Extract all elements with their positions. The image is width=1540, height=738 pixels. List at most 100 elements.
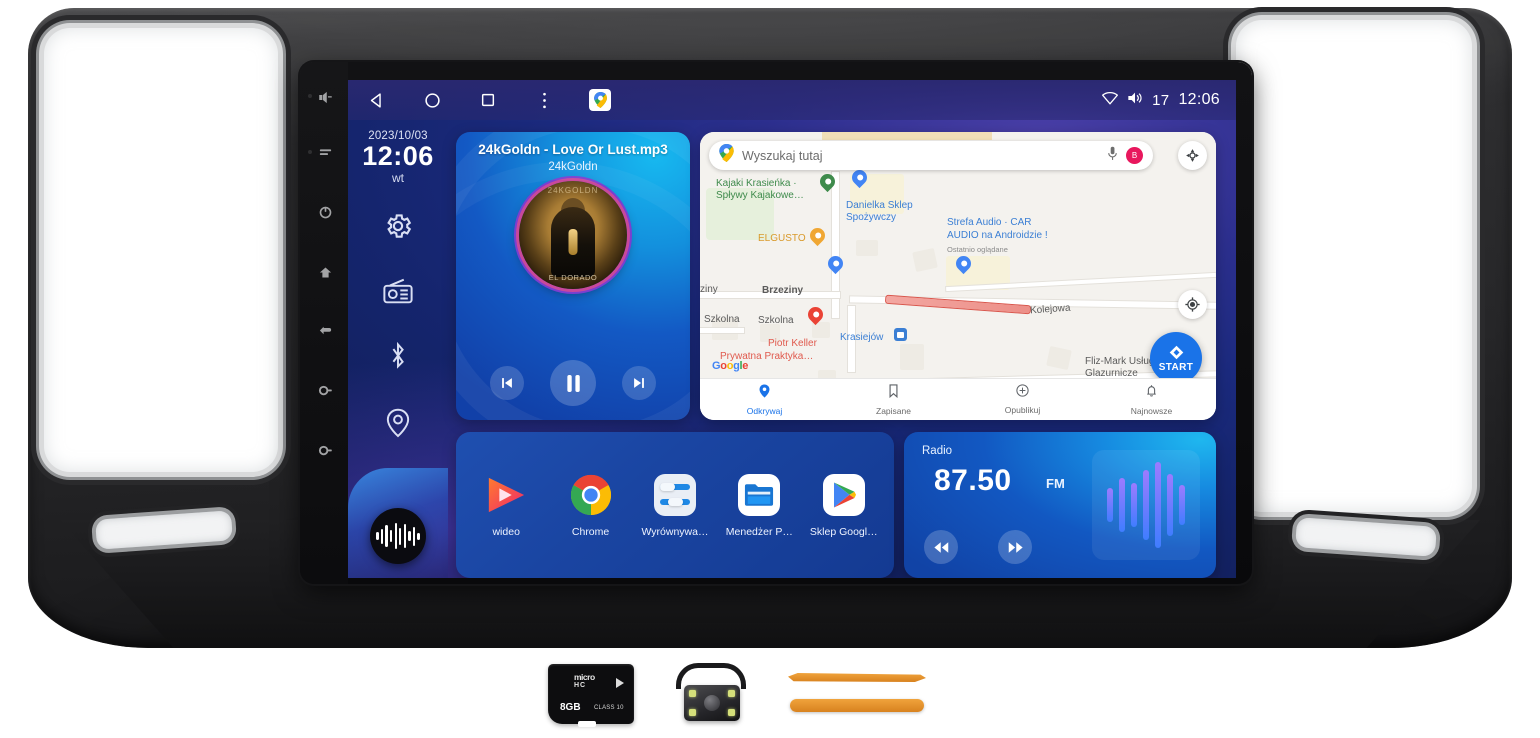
music-track-title: 24kGoldn - Love Or Lust.mp3 <box>478 142 668 157</box>
map-label: Spożywczy <box>846 212 897 223</box>
add-circle-icon <box>1016 384 1029 402</box>
status-indicators: 17 12:06 <box>1102 91 1236 109</box>
nav-overflow-menu-button[interactable] <box>516 91 572 110</box>
radio-frequency: 87.50 <box>934 464 1012 497</box>
hardware-button-column <box>300 62 348 584</box>
app-label: Sklep Googl… <box>809 525 878 538</box>
app-shortcut-chrome[interactable]: Chrome <box>552 473 630 538</box>
map-label: ziny <box>700 284 718 295</box>
microphone-icon[interactable] <box>1107 146 1118 166</box>
map-label: Brzeziny <box>762 285 804 296</box>
my-location-icon[interactable] <box>1178 290 1207 319</box>
status-clock: 12:06 <box>1178 91 1220 108</box>
map-nav-label: Odkrywaj <box>746 405 783 416</box>
next-track-icon[interactable] <box>622 366 656 400</box>
sidebar-time: 12:06 <box>362 141 434 171</box>
music-controls <box>456 360 690 406</box>
map-label: ELGUSTO <box>758 233 806 244</box>
google-maps-icon <box>719 144 734 167</box>
map-label: Piotr Keller <box>768 338 817 349</box>
music-player-widget[interactable]: 24kGoldn - Love Or Lust.mp3 24kGoldn 24K… <box>456 132 690 420</box>
nav-home-button[interactable] <box>404 92 460 109</box>
previous-track-icon[interactable] <box>490 366 524 400</box>
file-manager-folder-icon <box>737 473 781 517</box>
map-nav-zapisane[interactable]: Zapisane <box>829 383 958 416</box>
hw-button-power-icon[interactable] <box>314 202 336 222</box>
hw-button-back-icon[interactable] <box>314 320 336 340</box>
microsd-class: CLASS 10 <box>594 705 624 711</box>
hw-button-mute-icon[interactable] <box>314 87 336 107</box>
google-watermark: Google <box>712 360 749 372</box>
map-canvas[interactable]: Kajaki Krasieńka · Spływy Kajakowe… Dani… <box>700 132 1216 420</box>
radio-label: Radio <box>922 445 953 457</box>
map-nav-najnowsze[interactable]: Najnowsze <box>1087 384 1216 416</box>
camera-body <box>684 685 740 721</box>
hw-button-menu-icon[interactable] <box>314 142 336 162</box>
map-label: Krasiejów <box>840 332 884 343</box>
status-maps-shortcut[interactable] <box>572 89 628 111</box>
hw-button-home-icon[interactable] <box>314 262 336 282</box>
radio-widget[interactable]: Radio 87.50 FM <box>904 432 1216 578</box>
map-search-bar[interactable]: Wyszukaj tutaj B <box>709 141 1153 170</box>
hw-button-volume-up-icon[interactable] <box>314 440 336 460</box>
equalizer-sliders-icon <box>653 473 697 517</box>
microsd-capacity: 8GB <box>560 702 581 713</box>
accessories-row: micro HC 8GB CLASS 10 <box>548 656 968 732</box>
map-label: Kajaki Krasieńka · <box>716 178 797 189</box>
hw-button-volume-down-icon[interactable] <box>314 380 336 400</box>
location-pin-icon[interactable] <box>385 408 411 443</box>
seek-backward-icon[interactable] <box>924 530 958 564</box>
waveform-bars <box>376 523 420 549</box>
google-maps-widget[interactable]: Kajaki Krasieńka · Spływy Kajakowe… Dani… <box>700 132 1216 420</box>
android-status-bar: 17 12:06 <box>348 80 1236 120</box>
map-transit-marker[interactable] <box>894 328 907 341</box>
video-player-icon <box>484 473 528 517</box>
map-label: Spływy Kajakowe… <box>716 190 804 201</box>
app-shortcut-sklep-google-play[interactable]: Sklep Googl… <box>805 473 883 538</box>
volume-level: 17 <box>1152 91 1170 109</box>
app-label: Wyrównywa… <box>641 525 709 538</box>
map-nav-opublikuj[interactable]: Opublikuj <box>958 384 1087 415</box>
microsd-type: HC <box>574 681 587 689</box>
seek-forward-icon[interactable] <box>998 530 1032 564</box>
map-label: AUDIO na Androidzie ! <box>947 230 1048 241</box>
microsd-brand: micro HC <box>574 672 595 689</box>
app-shortcut-menedzer-plikow[interactable]: Menedżer P… <box>720 473 798 538</box>
album-art-bottom-text: EL DORADO <box>548 273 598 282</box>
chrome-icon <box>569 473 613 517</box>
map-nav-label: Najnowsze <box>1130 405 1173 416</box>
bluetooth-icon[interactable] <box>386 341 410 376</box>
app-shortcut-wideo[interactable]: wideo <box>467 473 545 538</box>
album-art-top-text: 24KGOLDN <box>547 186 599 195</box>
album-art: 24KGOLDN EL DORADO <box>519 181 627 289</box>
map-search-input[interactable]: Wyszukaj tutaj <box>742 149 1107 163</box>
map-label: Danielka Sklep <box>846 200 913 211</box>
map-start-navigation-button[interactable]: START <box>1150 332 1202 384</box>
map-layers-icon[interactable] <box>1178 141 1207 170</box>
map-nav-label: Zapisane <box>876 405 911 416</box>
app-label: Menedżer P… <box>725 525 793 538</box>
pause-icon[interactable] <box>550 360 596 406</box>
pry-tool-flat <box>790 699 924 712</box>
music-artist: 24kGoldn <box>548 161 598 173</box>
radio-icon[interactable] <box>383 278 413 309</box>
pry-tool-set <box>788 667 926 721</box>
equalizer-waveform-icon[interactable] <box>370 508 426 564</box>
microsd-arrow-icon <box>616 678 624 688</box>
app-label: Chrome <box>571 525 610 538</box>
google-play-icon <box>822 473 866 517</box>
nav-recents-button[interactable] <box>460 92 516 108</box>
avatar[interactable]: B <box>1126 147 1143 164</box>
radio-band: FM <box>1046 476 1065 491</box>
app-shortcuts-widget: wideo Chrome Wyrównywa… Menedżer P… Skle… <box>456 432 894 578</box>
camera-lens <box>704 695 720 711</box>
map-nav-odkrywaj[interactable]: Odkrywaj <box>700 383 829 416</box>
screenshot-root: 17 12:06 2023/10/03 12:06 wt 24kGoldn - … <box>0 0 1540 738</box>
nav-back-button[interactable] <box>348 92 404 109</box>
map-label: Szkolna <box>704 314 740 325</box>
map-label: Szkolna <box>758 315 794 326</box>
app-shortcut-wyrownywanie[interactable]: Wyrównywa… <box>636 473 714 538</box>
settings-icon[interactable] <box>383 211 413 246</box>
map-label: Fliz-Mark Usługi <box>1085 356 1157 367</box>
touchscreen[interactable]: 17 12:06 2023/10/03 12:06 wt 24kGoldn - … <box>348 80 1236 578</box>
